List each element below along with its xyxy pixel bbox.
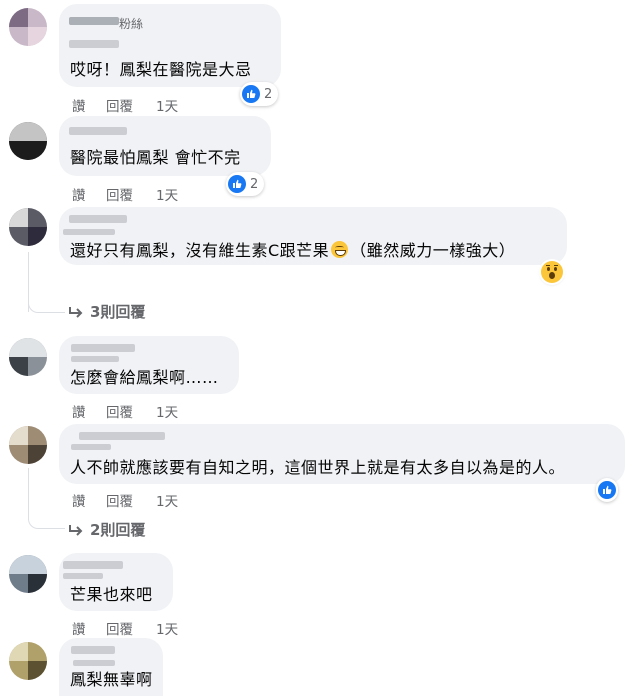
author-name-blurred[interactable] [69,17,119,25]
author-subline-blurred [63,573,103,579]
view-replies-link[interactable]: 3則回覆 [68,301,145,322]
comment-text: 鳳梨無辜啊 [70,670,153,689]
avatar[interactable] [9,338,47,376]
thumbs-up-icon [228,175,246,193]
timestamp[interactable]: 1天 [156,618,178,638]
author-subline-blurred [71,356,119,362]
reply-arrow-icon [69,524,83,536]
wow-emoji-icon[interactable] [541,261,563,283]
timestamp[interactable]: 1天 [156,95,178,115]
like-button[interactable]: 讚 [72,95,86,115]
avatar[interactable] [9,8,47,46]
view-replies-link[interactable]: 2則回覆 [68,519,145,540]
comment-text: 還好只有鳳梨，沒有維生素C跟芒果 （雖然威力一樣強大） [70,241,515,261]
avatar[interactable] [9,426,47,464]
comment-bubble: 人不帥就應該要有自知之明，這個世界上就是有太多自以為是的人。 [59,424,625,484]
avatar[interactable] [9,208,47,246]
author-subline-blurred [69,40,119,48]
reply-button[interactable]: 回覆 [106,95,133,115]
thread-branch [28,506,65,529]
grinning-emoji-icon [331,241,349,258]
reply-button[interactable]: 回覆 [106,184,133,204]
comment-text-part: 還好只有鳳梨，沒有維生素C跟芒果 [70,241,330,260]
author-subline-blurred [73,660,115,666]
timestamp[interactable]: 1天 [156,184,178,204]
thumbs-up-icon [598,481,616,499]
reply-button[interactable]: 回覆 [106,618,133,638]
author-subline-blurred [63,229,115,235]
comment-bubble: 芒果也來吧 [59,553,173,611]
reaction-count: 2 [264,86,273,102]
comment-text: 怎麼會給鳳梨啊…… [70,368,219,387]
comment-text: 醫院最怕鳳梨 會忙不完 [70,148,241,167]
comment-bubble: 醫院最怕鳳梨 會忙不完 [59,116,271,176]
author-badge: 粉絲 [119,17,144,31]
avatar[interactable] [9,122,47,160]
comment-text: 芒果也來吧 [70,585,153,604]
replies-count: 2則回覆 [90,521,146,539]
comment-bubble: 鳳梨無辜啊 [59,638,163,696]
replies-count: 3則回覆 [90,303,146,321]
reply-arrow-icon [69,306,83,318]
avatar[interactable] [9,642,47,680]
reply-button[interactable]: 回覆 [106,490,133,510]
comment-bubble: 粉絲 哎呀！鳳梨在醫院是大忌 [59,4,281,87]
author-name-blurred[interactable] [71,344,135,352]
timestamp[interactable]: 1天 [156,401,178,421]
thread-line [28,468,29,508]
reply-button[interactable]: 回覆 [106,401,133,421]
comment-bubble: 還好只有鳳梨，沒有維生素C跟芒果 （雖然威力一樣強大） [59,207,567,265]
reaction-summary[interactable]: 2 [240,82,279,106]
comment-text: 哎呀！鳳梨在醫院是大忌 [70,60,252,79]
like-button[interactable]: 讚 [72,184,86,204]
thumbs-up-icon [242,85,260,103]
author-subline-blurred [71,444,111,450]
like-button[interactable]: 讚 [72,618,86,638]
like-button[interactable]: 讚 [72,401,86,421]
author-name-blurred[interactable] [69,127,127,135]
like-button[interactable]: 讚 [72,490,86,510]
avatar[interactable] [9,555,47,593]
comment-text: 人不帥就應該要有自知之明，這個世界上就是有太多自以為是的人。 [70,458,566,477]
thread-branch [28,290,65,313]
author-name-blurred[interactable] [79,432,165,440]
author-name-blurred[interactable] [63,561,123,569]
reaction-summary[interactable] [596,478,618,502]
reaction-summary[interactable]: 2 [226,172,265,196]
reaction-count: 2 [250,176,259,192]
comment-text-part: （雖然威力一樣強大） [350,241,516,260]
timestamp[interactable]: 1天 [156,490,178,510]
author-name-blurred[interactable] [71,646,115,654]
author-name-blurred[interactable] [69,215,127,223]
comment-bubble: 怎麼會給鳳梨啊…… [59,336,239,394]
